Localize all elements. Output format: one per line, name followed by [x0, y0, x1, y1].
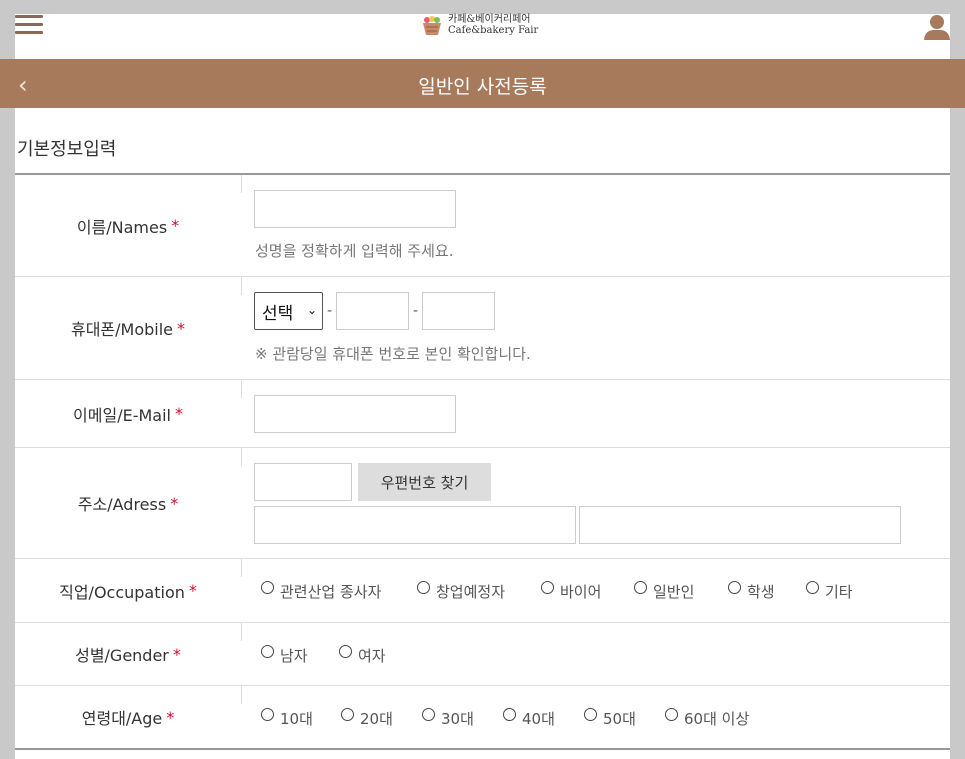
form-row-email: 이메일/E-Mail * — [15, 380, 950, 448]
occupation-label: 직업/Occupation * — [59, 581, 197, 602]
email-input[interactable] — [254, 395, 456, 433]
occupation-radio-industry[interactable]: 관련산업 종사자 — [261, 581, 381, 602]
form-bottom-divider — [15, 748, 950, 750]
form-row-gender: 성별/Gender * 남자 여자 — [15, 623, 950, 686]
section-title: 기본정보입력 — [17, 139, 117, 160]
zipcode-input[interactable] — [254, 463, 352, 501]
chevron-down-icon: ⌄ — [306, 303, 317, 317]
age-radio-50s[interactable]: 50대 — [584, 708, 636, 729]
mobile-label: 휴대폰/Mobile * — [70, 318, 186, 340]
age-label: 연령대/Age * — [81, 707, 175, 729]
address-input[interactable] — [254, 506, 576, 544]
zipcode-search-button[interactable]: 우편번호 찾기 — [358, 463, 491, 501]
mobile-middle-input[interactable] — [336, 292, 409, 330]
logo-text-en: Cafe&bakery Fair — [448, 25, 539, 36]
logo[interactable]: 카페&베이커리페어 Cafe&bakery Fair — [420, 14, 538, 36]
email-label: 이메일/E-Mail * — [73, 404, 183, 425]
name-hint: 성명을 정확하게 입력해 주세요. — [255, 242, 454, 260]
age-radio-30s[interactable]: 30대 — [422, 708, 474, 729]
address-label: 주소/Adress * — [77, 493, 179, 515]
occupation-radio-buyer[interactable]: 바이어 — [541, 581, 601, 602]
logo-text-ko: 카페&베이커리페어 — [448, 14, 531, 25]
age-radio-10s[interactable]: 10대 — [261, 708, 313, 729]
occupation-radio-other[interactable]: 기타 — [806, 581, 853, 602]
page-title: 일반인 사전등록 — [418, 76, 547, 98]
form-row-address: 주소/Adress * 우편번호 찾기 — [15, 448, 950, 559]
hamburger-menu-icon[interactable] — [15, 15, 43, 35]
form-row-age: 연령대/Age * 10대 20대 30대 40대 50대 60대 이상 — [15, 686, 950, 748]
mobile-hint: ※ 관람당일 휴대폰 번호로 본인 확인합니다. — [255, 345, 531, 363]
occupation-radio-student[interactable]: 학생 — [728, 581, 775, 602]
logo-basket-icon — [423, 16, 441, 35]
name-label: 이름/Names * — [76, 216, 180, 237]
form-row-occupation: 직업/Occupation * 관련산업 종사자 창업예정자 바이어 일반인 학생… — [15, 559, 950, 623]
gender-radio-male[interactable]: 남자 — [261, 645, 308, 666]
user-icon[interactable] — [922, 12, 952, 42]
occupation-radio-startup[interactable]: 창업예정자 — [417, 581, 505, 602]
name-input[interactable] — [254, 190, 456, 228]
age-radio-60s-plus[interactable]: 60대 이상 — [665, 708, 749, 729]
address-detail-input[interactable] — [579, 506, 901, 544]
occupation-radio-general[interactable]: 일반인 — [634, 581, 694, 602]
age-radio-40s[interactable]: 40대 — [503, 708, 555, 729]
form-row-mobile: 휴대폰/Mobile * 선택 ⌄ - - ※ 관람당일 휴대폰 번호로 본인 확… — [15, 277, 950, 380]
gender-label: 성별/Gender * — [75, 644, 181, 666]
page-header: ‹ 일반인 사전등록 — [0, 59, 965, 108]
mobile-prefix-select[interactable]: 선택 ⌄ — [254, 292, 323, 330]
mobile-separator-1: - — [327, 303, 333, 319]
age-radio-20s[interactable]: 20대 — [341, 708, 393, 729]
mobile-separator-2: - — [413, 303, 419, 319]
form-row-name: 이름/Names * 성명을 정확하게 입력해 주세요. — [15, 175, 950, 277]
gender-radio-female[interactable]: 여자 — [339, 645, 386, 666]
mobile-last-input[interactable] — [422, 292, 495, 330]
top-bar: 카페&베이커리페어 Cafe&bakery Fair — [0, 0, 965, 45]
